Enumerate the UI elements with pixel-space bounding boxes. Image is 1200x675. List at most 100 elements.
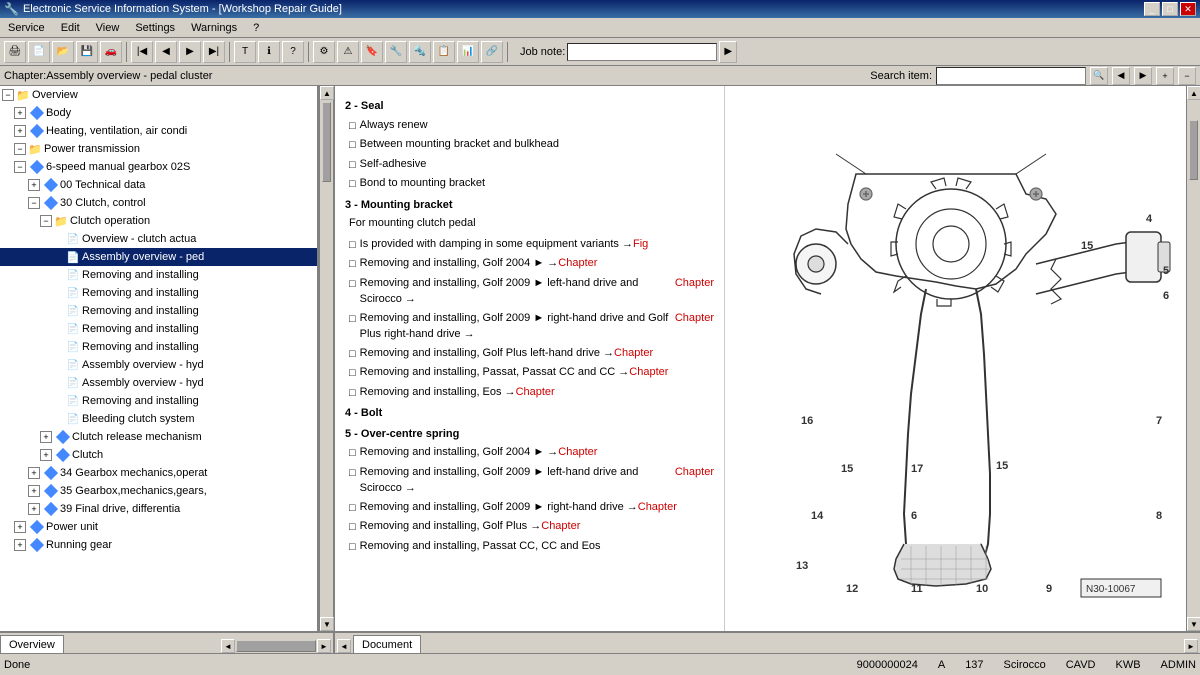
search-button[interactable]: 🔍 [1090, 67, 1108, 85]
tree-item-clutchop[interactable]: − 📁 Clutch operation [0, 212, 317, 230]
zoom-in-button[interactable]: + [1156, 67, 1174, 85]
chapter-link-7[interactable]: Chapter [558, 444, 597, 461]
doc-h-scroll-left[interactable]: ◄ [337, 639, 351, 653]
job-note-input[interactable] [567, 43, 717, 61]
tree-item-doc10[interactable]: 📄 Removing and installing [0, 392, 317, 410]
chapter-link-5[interactable]: Chapter [629, 364, 668, 381]
misc-button[interactable]: 🔗 [481, 41, 503, 63]
tree-item-powerunit[interactable]: + Power unit [0, 518, 317, 536]
new-button[interactable]: 📄 [28, 41, 50, 63]
tree-item-release[interactable]: + Clutch release mechanism [0, 428, 317, 446]
expand-body[interactable]: + [14, 107, 26, 119]
tree-item-doc7[interactable]: 📄 Removing and installing [0, 338, 317, 356]
car-button[interactable]: 🚗 [100, 41, 122, 63]
menu-warnings[interactable]: Warnings [187, 20, 241, 36]
settings-button[interactable]: ⚙ [313, 41, 335, 63]
print-button[interactable]: 🖨 [4, 41, 26, 63]
tools-button[interactable]: 🔧 [385, 41, 407, 63]
tree-item-39[interactable]: + 39 Final drive, differentia [0, 500, 317, 518]
text-button[interactable]: T [234, 41, 256, 63]
expand-34[interactable]: + [28, 467, 40, 479]
menu-settings[interactable]: Settings [131, 20, 179, 36]
chapter-link-2[interactable]: Chapter [675, 275, 714, 292]
maximize-button[interactable]: □ [1162, 2, 1178, 16]
chapter-link-6[interactable]: Chapter [516, 384, 555, 401]
chapter-link-1[interactable]: Chapter [558, 255, 597, 272]
doc-scrollbar[interactable]: ▲ ▼ [1186, 86, 1200, 631]
tab-document[interactable]: Document [353, 635, 421, 653]
parts-button[interactable]: 🔩 [409, 41, 431, 63]
search-prev-button[interactable]: ◀ [1112, 67, 1130, 85]
sidebar-scrollbar[interactable]: ▲ ▼ [319, 86, 333, 631]
prev-button[interactable]: ◀ [155, 41, 177, 63]
chapter-link-9[interactable]: Chapter [638, 499, 677, 516]
search-input[interactable] [936, 67, 1086, 85]
chapter-link-3[interactable]: Chapter [675, 310, 714, 327]
search-next-button[interactable]: ▶ [1134, 67, 1152, 85]
expand-clutch[interactable]: + [40, 449, 52, 461]
menu-service[interactable]: Service [4, 20, 49, 36]
chapter-link-10[interactable]: Chapter [541, 518, 580, 535]
info-button[interactable]: ℹ [258, 41, 280, 63]
open-button[interactable]: 📂 [52, 41, 74, 63]
doc-scroll-thumb[interactable] [1189, 120, 1198, 180]
first-button[interactable]: |◀ [131, 41, 153, 63]
tab-overview[interactable]: Overview [0, 635, 64, 653]
tree-item-doc6[interactable]: 📄 Removing and installing [0, 320, 317, 338]
tree-item-doc5[interactable]: 📄 Removing and installing [0, 302, 317, 320]
h-scroll-right[interactable]: ► [317, 639, 331, 653]
expand-release[interactable]: + [40, 431, 52, 443]
tech-button[interactable]: 📊 [457, 41, 479, 63]
tree-item-gearbox[interactable]: − 6-speed manual gearbox 02S [0, 158, 317, 176]
expand-powertrans[interactable]: − [14, 143, 26, 155]
tree-item-doc9[interactable]: 📄 Assembly overview - hyd [0, 374, 317, 392]
expand-35[interactable]: + [28, 485, 40, 497]
expand-clutchop[interactable]: − [40, 215, 52, 227]
expand-clutchctrl[interactable]: − [28, 197, 40, 209]
fig-link-1[interactable]: Fig [633, 236, 648, 253]
save-button[interactable]: 💾 [76, 41, 98, 63]
menu-help[interactable]: ? [249, 20, 263, 36]
tree-item-doc8[interactable]: 📄 Assembly overview - hyd [0, 356, 317, 374]
doc-scroll-up[interactable]: ▲ [1187, 86, 1200, 100]
window-controls[interactable]: _ □ ✕ [1144, 2, 1196, 16]
help-button[interactable]: ? [282, 41, 304, 63]
scroll-up-arrow[interactable]: ▲ [320, 86, 334, 100]
tree-item-heating[interactable]: + Heating, ventilation, air condi [0, 122, 317, 140]
tree-item-powertrans[interactable]: − 📁 Power transmission [0, 140, 317, 158]
expand-overview[interactable]: − [2, 89, 14, 101]
last-button[interactable]: ▶| [203, 41, 225, 63]
menu-edit[interactable]: Edit [57, 20, 84, 36]
scroll-down-arrow[interactable]: ▼ [320, 617, 334, 631]
tree-item-doc4[interactable]: 📄 Removing and installing [0, 284, 317, 302]
expand-heating[interactable]: + [14, 125, 26, 137]
expand-gearbox[interactable]: − [14, 161, 26, 173]
labor-button[interactable]: 📋 [433, 41, 455, 63]
tree-item-body[interactable]: + Body [0, 104, 317, 122]
tree-item-techdata[interactable]: + 00 Technical data [0, 176, 317, 194]
tree-item-doc1[interactable]: 📄 Overview - clutch actua [0, 230, 317, 248]
doc-scroll-down[interactable]: ▼ [1187, 617, 1200, 631]
zoom-out-button[interactable]: − [1178, 67, 1196, 85]
tree-item-doc3[interactable]: 📄 Removing and installing [0, 266, 317, 284]
close-button[interactable]: ✕ [1180, 2, 1196, 16]
chapter-link-8[interactable]: Chapter [675, 464, 714, 481]
flag-button[interactable]: 🔖 [361, 41, 383, 63]
doc-h-scroll-right[interactable]: ► [1184, 639, 1198, 653]
tree-item-doc11[interactable]: 📄 Bleeding clutch system [0, 410, 317, 428]
job-note-submit[interactable]: ▶ [719, 41, 737, 63]
tree-item-35[interactable]: + 35 Gearbox,mechanics,gears, [0, 482, 317, 500]
expand-techdata[interactable]: + [28, 179, 40, 191]
tree-item-doc2[interactable]: 📄 Assembly overview - ped [0, 248, 317, 266]
menu-view[interactable]: View [92, 20, 124, 36]
next-button[interactable]: ▶ [179, 41, 201, 63]
tree-item-running[interactable]: + Running gear [0, 536, 317, 554]
expand-powerunit[interactable]: + [14, 521, 26, 533]
expand-39[interactable]: + [28, 503, 40, 515]
h-scroll-left[interactable]: ◄ [221, 639, 235, 653]
h-scroll-thumb[interactable] [236, 640, 316, 652]
scroll-thumb[interactable] [322, 102, 331, 182]
tree-item-34[interactable]: + 34 Gearbox mechanics,operat [0, 464, 317, 482]
tree-item-clutchctrl[interactable]: − 30 Clutch, control [0, 194, 317, 212]
chapter-link-4[interactable]: Chapter [614, 345, 653, 362]
